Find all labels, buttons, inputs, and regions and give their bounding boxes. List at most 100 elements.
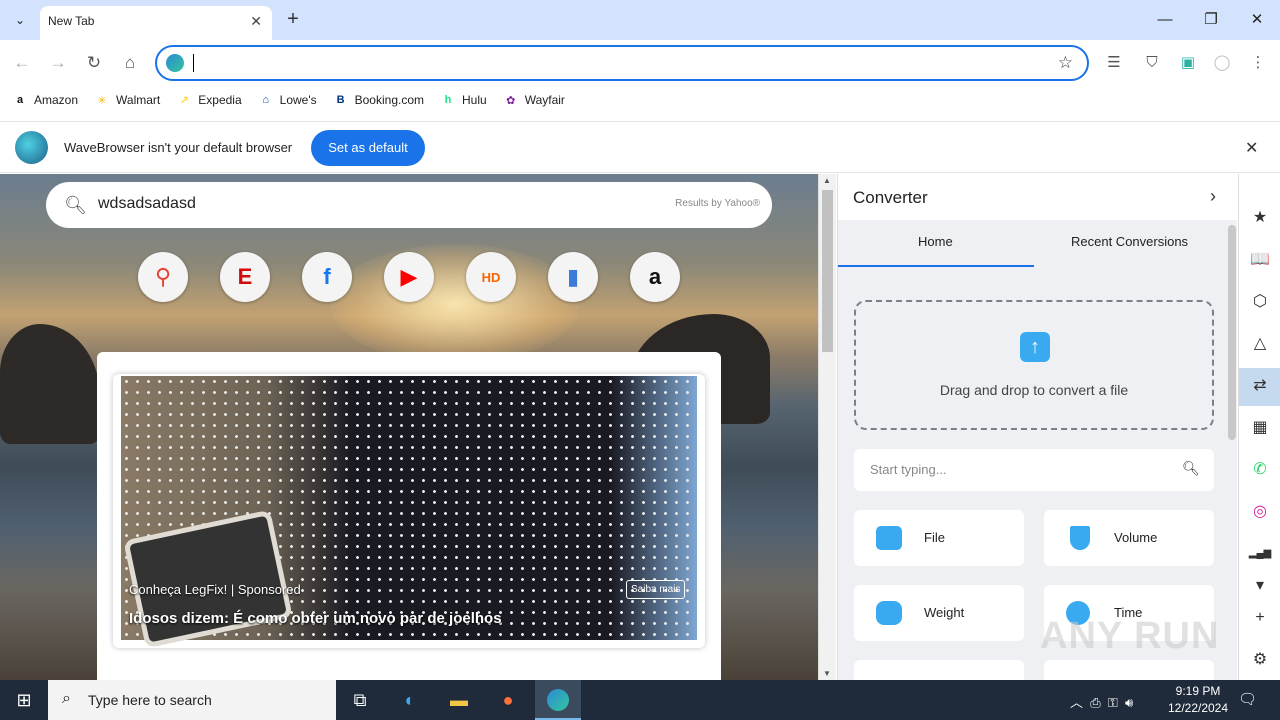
- home-button[interactable]: ⌂: [119, 52, 141, 74]
- clock-date[interactable]: 12/22/2024: [1162, 701, 1234, 715]
- bookmark-label: Booking.com: [354, 93, 424, 107]
- reader-icon[interactable]: 📖: [1248, 248, 1272, 272]
- upload-arrow-icon: ↑: [1020, 332, 1050, 362]
- home-depot-shortcut[interactable]: HD: [466, 252, 516, 302]
- scroll-down-arrow-icon[interactable]: ▼: [823, 669, 831, 678]
- amazon-shortcut[interactable]: a: [630, 252, 680, 302]
- anyrun-watermark: ANY RUN: [1040, 615, 1220, 657]
- converter-icon[interactable]: ⇄: [1248, 374, 1272, 398]
- espn-shortcut[interactable]: E: [220, 252, 270, 302]
- tab-recent-conversions[interactable]: Recent Conversions: [1071, 234, 1188, 249]
- minimize-button[interactable]: —: [1150, 8, 1180, 32]
- right-sidebar: ★ 📖 ⬡ △ ⇄ ▦ ✆ ◎ ▂▄▆ ▾ + ⚙: [1238, 174, 1280, 680]
- google-maps-shortcut[interactable]: ⚲: [138, 252, 188, 302]
- ad-headline[interactable]: Idosos dizem: É como obter um novo par d…: [129, 610, 502, 627]
- back-button[interactable]: ←: [11, 52, 33, 74]
- wavebrowser-icon: [166, 54, 184, 72]
- bookmark-label: Lowe's: [279, 93, 317, 107]
- tab-strip: ⌄ New Tab ✕ + — ❐ ✕: [0, 0, 1280, 40]
- ad-learn-more-button[interactable]: Saiba mais: [626, 580, 686, 599]
- task-view-icon[interactable]: ⧉: [342, 684, 378, 716]
- search-icon: ⌕: [62, 690, 71, 707]
- active-tab-indicator: [838, 265, 1034, 267]
- bookmark-expedia[interactable]: ↗ Expedia: [176, 92, 242, 108]
- bookmark-label: Amazon: [34, 93, 79, 107]
- panel-scrollbar-thumb[interactable]: [1228, 225, 1236, 440]
- box-icon[interactable]: ⬡: [1248, 290, 1272, 314]
- bookmark-hulu[interactable]: h Hulu: [440, 92, 487, 108]
- chevron-down-icon[interactable]: ▾: [1248, 574, 1272, 598]
- category-label: Volume: [1114, 530, 1158, 545]
- new-tab-button[interactable]: +: [282, 8, 304, 30]
- category-volume[interactable]: Volume: [1044, 510, 1214, 566]
- bookmark-star-icon[interactable]: ☆: [1058, 53, 1073, 73]
- whatsapp-icon[interactable]: ✆: [1248, 458, 1272, 482]
- infobar-close-icon[interactable]: ✕: [1245, 138, 1258, 158]
- address-bar[interactable]: ☆: [155, 45, 1089, 81]
- sponsored-card: Conheça LegFix! | Sponsored Saiba mais I…: [97, 352, 721, 680]
- category-file[interactable]: File: [854, 510, 1024, 566]
- shield-extension-icon[interactable]: ⛉: [1142, 53, 1162, 73]
- search-provider-label: Results by Yahoo®: [675, 198, 760, 209]
- chart-icon[interactable]: ▂▄▆: [1248, 542, 1272, 566]
- chevron-right-icon[interactable]: ›: [1210, 186, 1216, 207]
- ad-container[interactable]: Conheça LegFix! | Sponsored Saiba mais I…: [113, 374, 705, 648]
- search-input[interactable]: wdsadsadasd: [98, 195, 196, 213]
- calendar-icon[interactable]: ▦: [1248, 416, 1272, 440]
- bookmark-walmart[interactable]: ✳ Walmart: [94, 92, 160, 108]
- wavebrowser-taskbar-button[interactable]: [535, 680, 581, 720]
- bookmark-star-icon[interactable]: ★: [1248, 206, 1272, 230]
- category-more[interactable]: [1044, 660, 1214, 680]
- firefox-icon[interactable]: ●: [490, 684, 526, 716]
- restore-button[interactable]: ❐: [1196, 8, 1226, 32]
- windows-start-icon[interactable]: ⊞: [0, 680, 48, 720]
- tab-new-tab[interactable]: New Tab ✕: [40, 6, 272, 40]
- reload-button[interactable]: ↻: [83, 52, 105, 74]
- notification-icon[interactable]: 🗨︎: [1238, 690, 1257, 708]
- search-icon[interactable]: 🔍︎: [1182, 460, 1200, 477]
- profile-icon[interactable]: ◯: [1212, 53, 1232, 73]
- scrollbar-thumb[interactable]: [822, 190, 833, 352]
- close-window-button[interactable]: ✕: [1242, 8, 1272, 32]
- panel-title: Converter: [853, 188, 928, 207]
- converter-search-input[interactable]: Start typing... 🔍︎: [854, 449, 1214, 491]
- bookmark-wayfair[interactable]: ✿ Wayfair: [503, 92, 565, 108]
- tab-home[interactable]: Home: [918, 234, 953, 249]
- bookmark-lowe-s[interactable]: ⌂ Lowe's: [258, 92, 317, 108]
- shopping-shortcut[interactable]: ▮: [548, 252, 598, 302]
- facebook-shortcut[interactable]: f: [302, 252, 352, 302]
- lowes-icon: ⌂: [262, 94, 269, 106]
- youtube-shortcut[interactable]: ▶: [384, 252, 434, 302]
- bookmark-booking-com[interactable]: B Booking.com: [333, 92, 424, 108]
- settings-icon[interactable]: ⚙: [1248, 648, 1272, 672]
- instagram-icon[interactable]: ◎: [1248, 500, 1272, 524]
- file-explorer-icon[interactable]: ▬: [441, 684, 477, 716]
- scroll-up-arrow-icon[interactable]: ▲: [823, 176, 831, 185]
- page-scrollbar[interactable]: ▲ ▼: [818, 174, 836, 680]
- booking-icon: B: [336, 94, 345, 106]
- system-tray[interactable]: ︿ ⎙ ⚿ 🔊︎: [1070, 692, 1133, 711]
- set-as-default-button[interactable]: Set as default: [311, 130, 425, 166]
- category-weight[interactable]: Weight: [854, 585, 1024, 641]
- taskbar-search-box[interactable]: ⌕ Type here to search: [48, 680, 336, 720]
- forward-button[interactable]: →: [47, 52, 69, 74]
- file-dropzone[interactable]: ↑ Drag and drop to convert a file: [854, 300, 1214, 430]
- tab-search-button[interactable]: ⌄: [8, 8, 32, 32]
- bookmark-label: Walmart: [116, 93, 161, 107]
- bookmark-amazon[interactable]: a Amazon: [12, 92, 78, 108]
- category-more[interactable]: [854, 660, 1024, 680]
- shapes-icon[interactable]: △: [1248, 332, 1272, 356]
- layers-extension-icon[interactable]: ☰: [1104, 53, 1124, 73]
- search-icon: 🔍︎: [64, 195, 87, 215]
- tab-close-icon[interactable]: ✕: [250, 13, 262, 30]
- add-icon[interactable]: +: [1248, 606, 1272, 630]
- toggle-extension-icon[interactable]: ▣: [1178, 53, 1198, 73]
- edge-icon[interactable]: ◐: [392, 684, 428, 716]
- web-search-box[interactable]: 🔍︎ wdsadsadasd Results by Yahoo®: [46, 182, 772, 228]
- clock-time[interactable]: 9:19 PM: [1166, 684, 1230, 698]
- menu-button[interactable]: ⋮: [1248, 53, 1268, 73]
- bookmark-label: Expedia: [198, 93, 242, 107]
- infobar-message: WaveBrowser isn't your default browser: [64, 140, 293, 155]
- converter-search-placeholder: Start typing...: [870, 462, 947, 477]
- taskbar-search-placeholder: Type here to search: [88, 692, 212, 708]
